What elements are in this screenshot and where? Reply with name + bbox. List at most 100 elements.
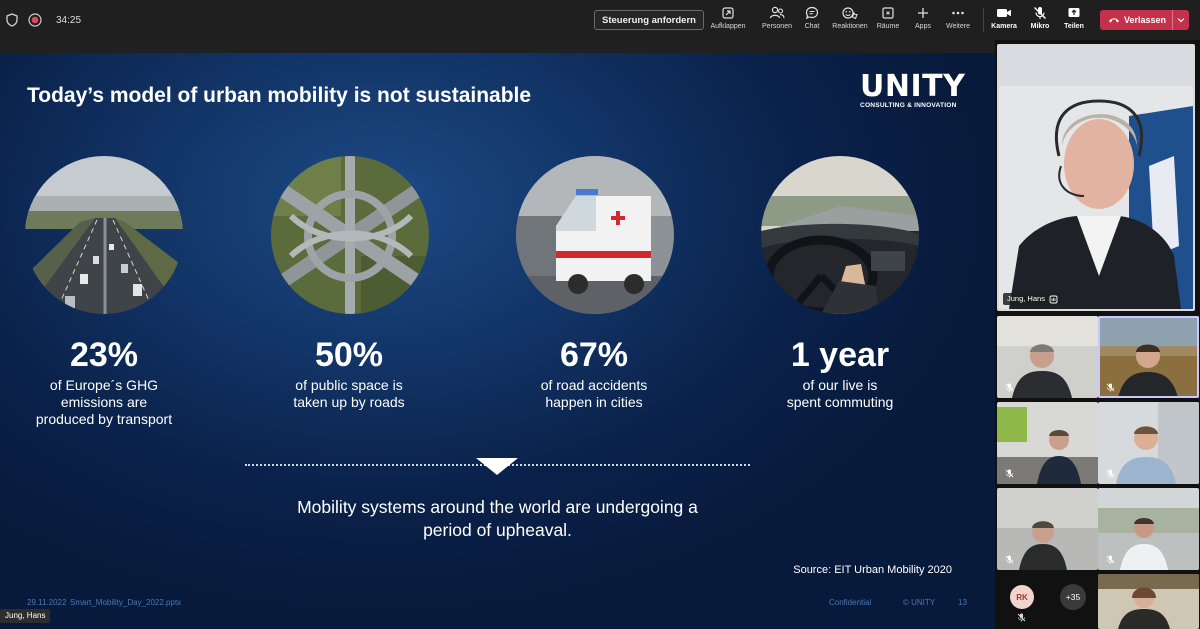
stat-line: emissions are bbox=[60, 394, 148, 410]
stat-line: of public space is bbox=[295, 377, 403, 393]
meeting-status: 34:25 bbox=[6, 12, 81, 28]
stat-line: happen in cities bbox=[545, 394, 643, 410]
tagline-line: period of upheaval. bbox=[423, 520, 572, 540]
unity-logo: UNITY CONSULTING & INNOVATION bbox=[860, 69, 966, 110]
interchange-image bbox=[271, 156, 429, 314]
share-label: Teilen bbox=[1064, 23, 1084, 30]
recording-icon[interactable] bbox=[28, 13, 42, 27]
stat-line: produced by transport bbox=[35, 411, 173, 427]
raise-hand-icon bbox=[1049, 295, 1058, 303]
triangle-down-icon bbox=[476, 458, 518, 475]
camera-button[interactable]: Kamera bbox=[990, 6, 1018, 36]
highway-image bbox=[25, 156, 183, 314]
reactions-button[interactable]: Reaktionen bbox=[832, 6, 868, 36]
mic-off-icon bbox=[1017, 613, 1026, 622]
driving-image bbox=[761, 156, 919, 314]
mic-off-icon bbox=[1106, 383, 1115, 392]
share-icon bbox=[1068, 8, 1080, 17]
stat-description: of Europe´s GHG emissions are produced b… bbox=[4, 377, 204, 428]
participant-tile[interactable] bbox=[997, 488, 1098, 570]
apps-button[interactable]: Apps bbox=[912, 6, 934, 36]
participants-panel: Jung, Hans bbox=[995, 40, 1200, 629]
reactions-icon bbox=[842, 7, 858, 20]
participant-tile[interactable] bbox=[1098, 488, 1199, 570]
slide-tagline: Mobility systems around the world are un… bbox=[245, 496, 750, 542]
people-icon bbox=[769, 6, 785, 19]
leave-main[interactable]: Verlassen bbox=[1100, 15, 1172, 25]
apps-icon bbox=[918, 8, 928, 18]
more-button[interactable]: Weitere bbox=[945, 6, 971, 36]
stat-ghg: 23% of Europe´s GHG emissions are produc… bbox=[4, 336, 204, 428]
shield-icon bbox=[6, 13, 18, 27]
participant-avatar[interactable]: RK bbox=[1010, 585, 1034, 609]
shared-screen: Today’s model of urban mobility is not s… bbox=[0, 40, 995, 629]
rooms-icon bbox=[882, 7, 894, 19]
rooms-button[interactable]: Räume bbox=[876, 6, 900, 36]
stat-description: of our live is spent commuting bbox=[740, 377, 940, 411]
mic-label: Mikro bbox=[1030, 23, 1050, 30]
stat-line: of our live is bbox=[802, 377, 878, 393]
expand-label: Aufklappen bbox=[710, 23, 746, 30]
leave-button[interactable]: Verlassen bbox=[1100, 10, 1189, 30]
expand-icon bbox=[722, 7, 734, 19]
footer-page-number: 13 bbox=[958, 598, 967, 607]
more-icon bbox=[952, 11, 964, 15]
toolbar-divider bbox=[983, 8, 984, 32]
share-button[interactable]: Teilen bbox=[1062, 6, 1086, 36]
stat-value: 1 year bbox=[790, 336, 890, 374]
apps-label: Apps bbox=[915, 23, 931, 30]
participant-tile[interactable] bbox=[1098, 574, 1199, 629]
mic-off-icon bbox=[1005, 383, 1014, 392]
participant-tile[interactable] bbox=[997, 402, 1098, 484]
logo-wordmark: UNITY bbox=[860, 69, 966, 104]
stat-description: of road accidents happen in cities bbox=[494, 377, 694, 411]
mic-off-icon bbox=[1005, 469, 1014, 478]
meeting-timer: 34:25 bbox=[56, 14, 82, 26]
stat-value: 50% bbox=[314, 336, 384, 374]
stat-line: spent commuting bbox=[786, 394, 894, 410]
participant-tile[interactable] bbox=[997, 316, 1098, 398]
tagline-line: Mobility systems around the world are un… bbox=[297, 497, 698, 517]
participant-tile[interactable] bbox=[1098, 316, 1199, 398]
ambulance-image bbox=[516, 156, 674, 314]
camera-icon bbox=[997, 9, 1011, 17]
phone-hangup-icon bbox=[1109, 18, 1119, 23]
footer-date: 29.11.2022 bbox=[27, 598, 67, 607]
stat-description: of public space is taken up by roads bbox=[249, 377, 449, 411]
more-participants-button[interactable]: +35 bbox=[1060, 584, 1086, 610]
request-control-button[interactable]: Steuerung anfordern bbox=[594, 10, 704, 30]
stat-accidents: 67% of road accidents happen in cities bbox=[494, 336, 694, 411]
participant-tile[interactable] bbox=[1098, 402, 1199, 484]
stat-line: of road accidents bbox=[540, 377, 648, 393]
logo-tagline: CONSULTING & INNOVATION bbox=[860, 102, 957, 109]
presentation-slide: Today’s model of urban mobility is not s… bbox=[0, 53, 995, 629]
stat-line: of Europe´s GHG bbox=[49, 377, 159, 393]
stat-commuting: 1 year of our live is spent commuting bbox=[740, 336, 940, 411]
footer-copyright: © UNITY bbox=[903, 598, 936, 607]
mic-off-icon bbox=[1106, 555, 1115, 564]
stat-value: 23% bbox=[69, 336, 139, 374]
mic-off-icon bbox=[1106, 469, 1115, 478]
expand-button[interactable]: Aufklappen bbox=[709, 6, 747, 36]
people-button[interactable]: Personen bbox=[760, 6, 794, 36]
footer-confidential: Confidential bbox=[829, 598, 872, 607]
speaker-name-tag: Jung, Hans bbox=[1003, 293, 1062, 305]
speaker-name: Jung, Hans bbox=[1007, 294, 1045, 303]
mic-off-icon bbox=[1005, 555, 1014, 564]
chat-label: Chat bbox=[804, 23, 820, 30]
slide-title: Today’s model of urban mobility is not s… bbox=[27, 84, 532, 107]
camera-label: Kamera bbox=[991, 23, 1017, 30]
chevron-down-icon[interactable] bbox=[1173, 17, 1189, 23]
leave-label: Verlassen bbox=[1124, 15, 1167, 25]
chat-icon bbox=[805, 6, 819, 20]
stat-public-space: 50% of public space is taken up by roads bbox=[249, 336, 449, 411]
slide-source: Source: EIT Urban Mobility 2020 bbox=[793, 564, 952, 576]
rooms-label: Räume bbox=[876, 23, 900, 30]
speaker-video[interactable]: Jung, Hans bbox=[997, 44, 1195, 311]
footer-filename: Smart_Mobility_Day_2022.pptx bbox=[70, 598, 182, 607]
people-label: Personen bbox=[762, 23, 792, 30]
stat-value: 67% bbox=[559, 336, 629, 374]
more-label: Weitere bbox=[946, 23, 970, 30]
mic-button[interactable]: Mikro bbox=[1028, 6, 1052, 36]
chat-button[interactable]: Chat bbox=[801, 6, 823, 36]
